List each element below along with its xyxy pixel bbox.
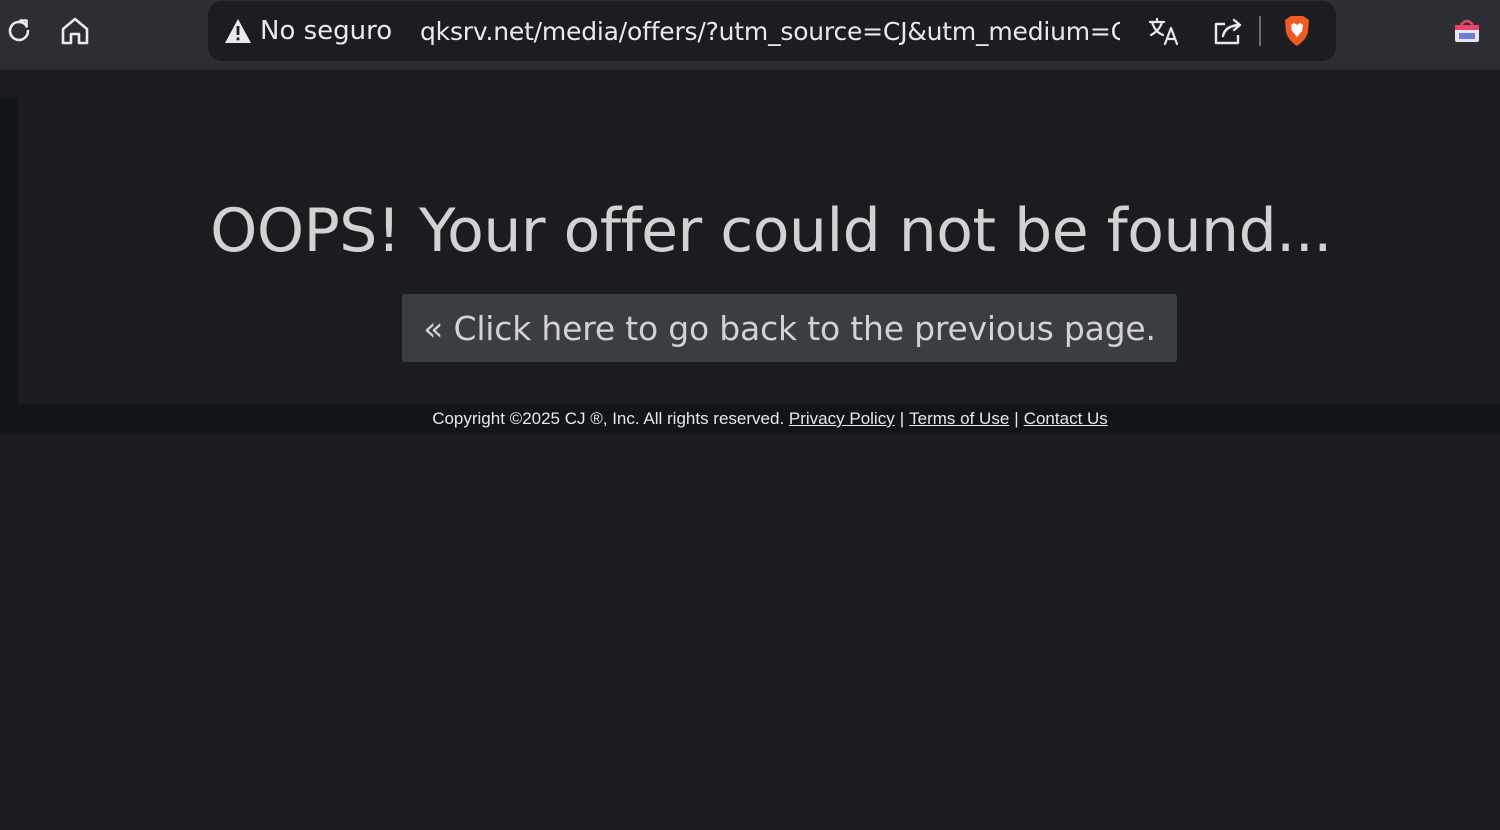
reload-button[interactable] (0, 12, 38, 50)
page-title: OOPS! Your offer could not be found... (210, 196, 1332, 266)
warning-icon (225, 19, 251, 43)
share-button[interactable] (1209, 12, 1247, 50)
offer-not-found-panel: OOPS! Your offer could not be found... «… (18, 98, 1500, 404)
contact-us-link[interactable]: Contact Us (1024, 409, 1108, 429)
page-left-strip (0, 98, 18, 434)
share-icon (1214, 18, 1242, 45)
translate-button[interactable] (1145, 12, 1183, 50)
translate-icon (1148, 17, 1179, 46)
security-indicator[interactable]: No seguro (224, 1, 392, 61)
security-label: No seguro (260, 16, 393, 46)
terms-of-use-link[interactable]: Terms of Use (909, 409, 1009, 429)
extension-button[interactable] (1448, 12, 1486, 50)
home-button[interactable] (56, 12, 94, 50)
brave-shields-button[interactable] (1278, 12, 1316, 50)
home-icon (61, 17, 89, 45)
url-text[interactable]: qksrv.net/media/offers/?utm_source=CJ&ut… (420, 1, 1120, 61)
back-to-previous-page-button[interactable]: « Click here to go back to the previous … (402, 294, 1177, 362)
browser-toolbar: No seguro qksrv.net/media/offers/?utm_so… (0, 0, 1500, 70)
extension-icon (1455, 19, 1479, 42)
footer-separator: | (899, 409, 905, 428)
web-page: OOPS! Your offer could not be found... «… (0, 70, 1500, 830)
reload-icon (8, 19, 30, 42)
privacy-policy-link[interactable]: Privacy Policy (789, 409, 895, 429)
copyright-text: Copyright ©2025 CJ ®, Inc. All rights re… (432, 409, 785, 428)
brave-shield-icon (1285, 16, 1309, 46)
address-bar-divider (1259, 16, 1261, 46)
address-bar[interactable]: No seguro qksrv.net/media/offers/?utm_so… (208, 1, 1336, 61)
footer: Copyright ©2025 CJ ®, Inc. All rights re… (0, 404, 1500, 434)
footer-separator: | (1014, 409, 1019, 428)
